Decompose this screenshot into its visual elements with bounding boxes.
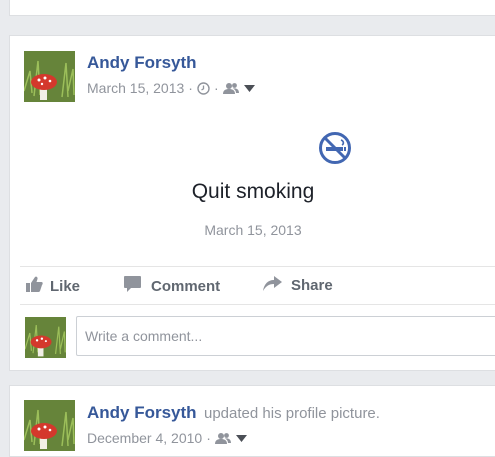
meta-separator-2: · — [213, 80, 219, 96]
mushroom-photo-profile — [24, 400, 75, 451]
author-avatar[interactable] — [24, 51, 75, 102]
comment-input[interactable] — [77, 317, 495, 355]
share-button[interactable]: Share — [263, 276, 333, 295]
comment-label: Comment — [151, 277, 221, 295]
mushroom-photo — [24, 51, 75, 102]
comment-box[interactable] — [76, 316, 495, 356]
life-event-date: March 15, 2013 — [204, 222, 302, 238]
profile-author-name[interactable]: Andy Forsyth — [87, 403, 197, 423]
share-arrow-icon — [263, 276, 282, 295]
caret-down-icon — [235, 434, 247, 442]
comment-button[interactable]: Comment — [124, 276, 220, 296]
audience-selector[interactable] — [222, 82, 255, 95]
life-event-post: Andy Forsyth March 15, 2013 · · Quit smo… — [9, 35, 495, 371]
profile-post-date[interactable]: December 4, 2010 — [87, 430, 202, 446]
share-label: Share — [291, 277, 333, 294]
life-event-title: Quit smoking — [191, 180, 315, 203]
profile-audience-selector[interactable] — [214, 432, 247, 445]
actions-divider-top — [20, 266, 495, 267]
post-meta: March 15, 2013 · · — [87, 80, 255, 96]
clock-icon — [197, 81, 210, 95]
post-author-name[interactable]: Andy Forsyth — [87, 53, 197, 73]
friends-icon — [214, 432, 232, 445]
profile-post-meta: December 4, 2010 · — [87, 430, 247, 446]
post-date[interactable]: March 15, 2013 — [87, 80, 184, 96]
mushroom-photo-small — [25, 317, 66, 358]
speech-bubble-icon — [124, 276, 141, 296]
actions-divider-bottom — [20, 304, 495, 305]
profile-meta-separator: · — [206, 430, 211, 446]
like-button[interactable]: Like — [26, 276, 80, 296]
friends-icon — [222, 82, 240, 95]
no-smoking-icon — [318, 131, 352, 165]
profile-update-post: Andy Forsyth updated his profile picture… — [9, 385, 495, 457]
previous-post-card — [9, 0, 495, 16]
profile-update-text: updated his profile picture. — [204, 405, 380, 422]
like-label: Like — [50, 277, 81, 295]
commenter-avatar[interactable] — [25, 317, 66, 358]
thumbs-up-icon — [26, 276, 43, 296]
profile-author-avatar[interactable] — [24, 400, 75, 451]
caret-down-icon — [243, 84, 255, 92]
meta-separator: · — [188, 80, 193, 96]
